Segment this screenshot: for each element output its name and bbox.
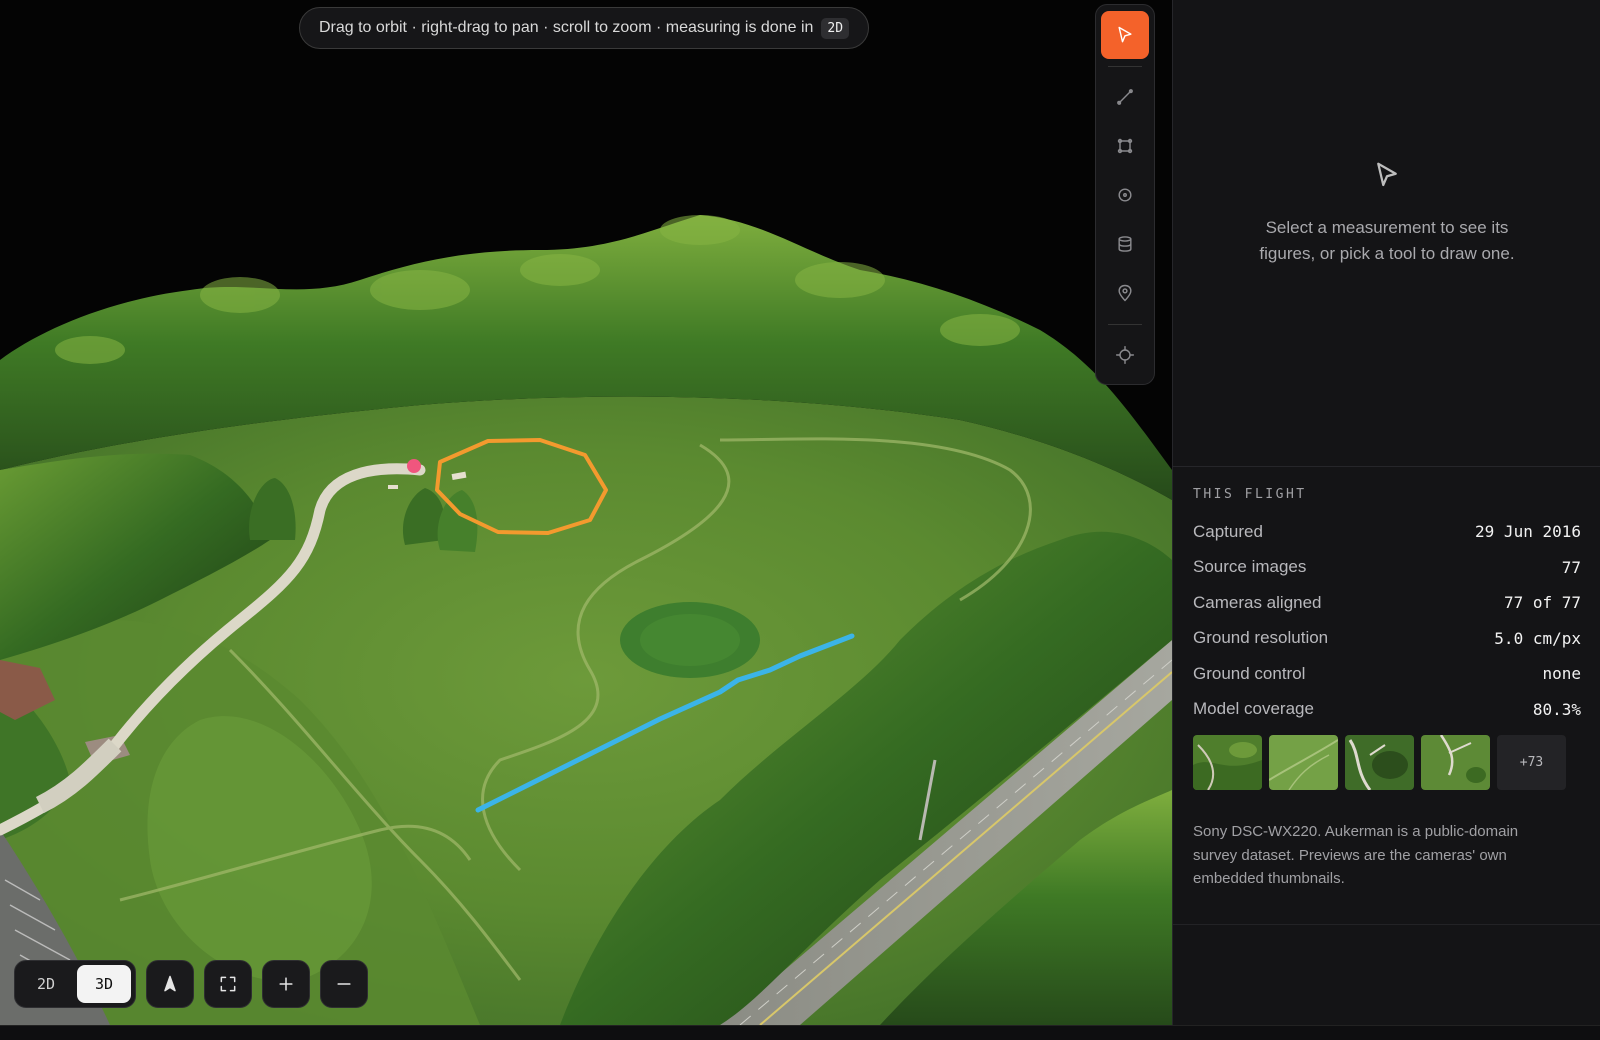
measure-toolbar (1095, 4, 1155, 385)
camera-thumbnails: +73 (1193, 735, 1581, 790)
dataset-note: Sony DSC-WX220. Aukerman is a public-dom… (1193, 823, 1519, 887)
more-thumbnails-button[interactable]: +73 (1497, 735, 1566, 790)
target-dot-icon (1118, 188, 1132, 202)
row-label: Model coverage (1193, 699, 1314, 719)
zoom-out-icon (337, 983, 351, 985)
flight-row-model-coverage: Model coverage 80.3% (1193, 692, 1581, 728)
polygon-icon (1117, 138, 1133, 154)
volume-tool-button[interactable] (1101, 220, 1149, 268)
crosshair-icon (1115, 345, 1135, 365)
empty-selection-state: Select a measurement to see its figures,… (1173, 160, 1600, 267)
info-panel: Select a measurement to see its figures,… (1172, 0, 1600, 1025)
fullscreen-icon (220, 976, 236, 992)
point-marker[interactable] (407, 459, 421, 473)
row-value: none (1542, 664, 1581, 684)
locate-tool-button[interactable] (1101, 331, 1149, 379)
toolbar-divider (1108, 66, 1142, 67)
flight-summary: THIS FLIGHT Captured 29 Jun 2016 Source … (1173, 466, 1600, 891)
mode-2d-button[interactable]: 2D (19, 965, 73, 1003)
row-label: Ground resolution (1193, 628, 1329, 648)
camera-thumbnail[interactable] (1421, 735, 1490, 790)
navigation-hint: Drag to orbit · right-drag to pan · scro… (299, 7, 869, 49)
select-tool-button[interactable] (1101, 11, 1149, 59)
terrain-model[interactable] (0, 0, 1172, 1025)
row-label: Captured (1193, 521, 1263, 541)
zoom-in-button[interactable] (262, 960, 310, 1008)
hint-mode-badge: 2D (821, 17, 850, 39)
panel-divider (1173, 924, 1600, 925)
flight-heading: THIS FLIGHT (1193, 487, 1307, 502)
row-value: 5.0 cm/px (1494, 628, 1581, 648)
row-value: 80.3% (1532, 699, 1581, 719)
hint-text: Drag to orbit · right-drag to pan · scro… (318, 19, 814, 36)
reset-north-button[interactable] (146, 960, 194, 1008)
cursor-icon (1118, 26, 1132, 43)
zoom-in-icon (279, 977, 293, 991)
toolbar-divider (1108, 324, 1142, 325)
database-icon (1118, 236, 1132, 252)
row-label: Ground control (1193, 663, 1306, 683)
empty-selection-message: Select a measurement to see its figures,… (1259, 218, 1515, 263)
line-icon (1117, 89, 1133, 105)
flight-row-cameras-aligned: Cameras aligned 77 of 77 (1193, 585, 1581, 621)
flight-row-captured: Captured 29 Jun 2016 (1193, 514, 1581, 550)
point-tool-button[interactable] (1101, 171, 1149, 219)
map-viewport[interactable]: Drag to orbit · right-drag to pan · scro… (0, 0, 1172, 1025)
marker-tool-button[interactable] (1101, 269, 1149, 317)
fullscreen-button[interactable] (204, 960, 252, 1008)
north-arrow-icon (164, 975, 176, 992)
row-value: 29 Jun 2016 (1475, 522, 1581, 542)
flight-row-source-images: Source images 77 (1193, 550, 1581, 586)
zoom-out-button[interactable] (320, 960, 368, 1008)
flight-row-ground-resolution: Ground resolution 5.0 cm/px (1193, 621, 1581, 657)
area-tool-button[interactable] (1101, 122, 1149, 170)
flight-row-ground-control: Ground control none (1193, 656, 1581, 692)
camera-thumbnail[interactable] (1269, 735, 1338, 790)
row-value: 77 of 77 (1503, 593, 1581, 613)
row-label: Source images (1193, 557, 1307, 577)
camera-thumbnail[interactable] (1345, 735, 1414, 790)
status-bar (0, 1025, 1600, 1040)
camera-thumbnail[interactable] (1193, 735, 1262, 790)
map-pin-icon (1118, 284, 1132, 302)
mode-3d-button[interactable]: 3D (77, 965, 131, 1003)
view-mode-toggle: 2D 3D (14, 960, 136, 1008)
view-controls: 2D 3D (14, 960, 368, 1008)
row-label: Cameras aligned (1193, 592, 1322, 612)
cursor-icon (1377, 162, 1397, 187)
row-value: 77 (1561, 557, 1581, 577)
distance-tool-button[interactable] (1101, 73, 1149, 121)
